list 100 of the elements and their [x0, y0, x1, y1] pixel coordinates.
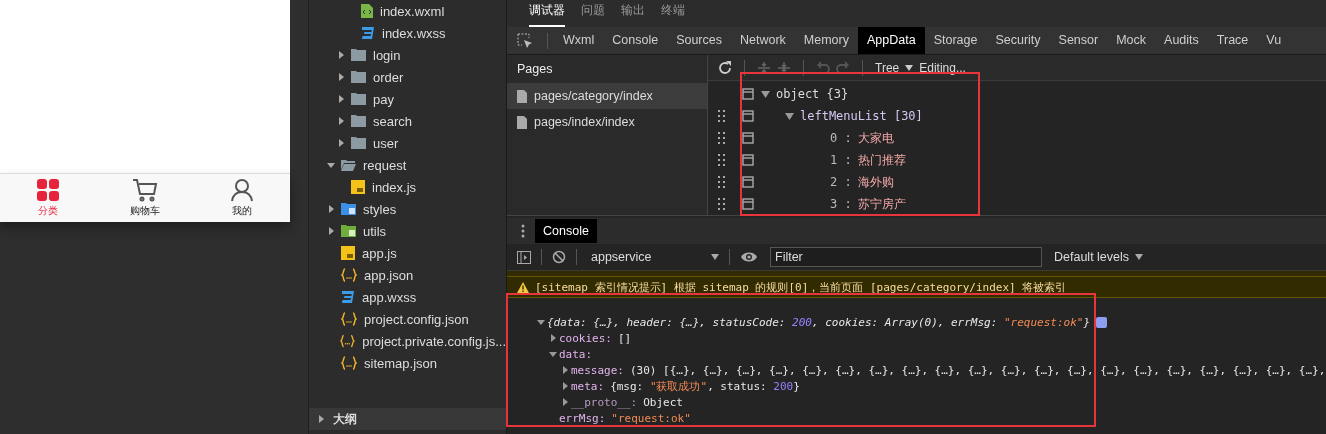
devtools-tab[interactable]: AppData — [858, 27, 925, 54]
file-tree-item[interactable]: styles — [309, 198, 506, 220]
row-toggle-icon[interactable] — [742, 154, 754, 166]
devtools-tab[interactable]: Wxml — [554, 27, 604, 54]
folder-icon — [351, 137, 366, 149]
devtools-tab[interactable]: Network — [731, 27, 795, 54]
log-entry: message: (30) [{…}, {…}, {…}, {…}, {…}, {…}, {…}, {…}, {…}, {…}, {…}, {…}, {…}, {…}, {…}, {…}, {…}, {…}, {…}, {…}, — [571, 363, 1326, 377]
row-toggle-icon[interactable] — [742, 110, 754, 122]
log-entry: meta: {msg: "获取成功", status: 200} — [571, 378, 800, 394]
drag-handle-icon[interactable] — [718, 198, 726, 210]
file-tree-item[interactable]: app.js — [309, 242, 506, 264]
file-tree-item[interactable]: user — [309, 132, 506, 154]
file-tree-item[interactable]: project.config.json — [309, 308, 506, 330]
outline-header[interactable]: 大纲 — [309, 408, 506, 430]
info-icon[interactable] — [1096, 316, 1108, 328]
file-icon — [361, 4, 373, 18]
tab-bar-item[interactable]: 分类 — [0, 174, 97, 222]
file-tree-item[interactable]: utils — [309, 220, 506, 242]
console-tab[interactable]: Console — [535, 219, 597, 243]
panel-tab[interactable]: 终端 — [661, 2, 685, 27]
row-toggle-icon[interactable] — [742, 88, 754, 100]
caret-icon — [711, 254, 719, 260]
json-file-icon — [341, 268, 357, 282]
redo-icon[interactable] — [836, 60, 850, 75]
tree-entry: 3 : 苏宁房产 — [829, 195, 906, 213]
page-list-item[interactable]: pages/category/index — [507, 83, 707, 109]
tree-node-label: leftMenuList [30] — [800, 109, 923, 123]
inspect-icon[interactable] — [517, 32, 533, 49]
file-tree-item[interactable]: sitemap.json — [309, 352, 506, 374]
person-icon — [229, 178, 254, 202]
row-toggle-icon[interactable] — [742, 132, 754, 144]
devtools-tab[interactable]: Mock — [1107, 27, 1156, 54]
devtools-tab[interactable]: Sensor — [1049, 27, 1108, 54]
disclosure-icon[interactable] — [561, 398, 569, 406]
devtools-tab[interactable]: Security — [986, 27, 1050, 54]
tree-entry: 0 : 大家电 — [829, 129, 894, 147]
disclosure-icon[interactable] — [537, 318, 545, 326]
file-tree-item[interactable]: app.wxss — [309, 286, 506, 308]
devtools-tab[interactable]: Console — [603, 27, 668, 54]
more-icon[interactable] — [521, 224, 525, 238]
disclosure-icon[interactable] — [561, 366, 569, 374]
file-tree-item[interactable]: request — [309, 154, 506, 176]
expand-all-icon[interactable] — [777, 60, 791, 75]
filter-field[interactable]: Filter — [770, 247, 1042, 267]
devtools-tab[interactable]: Sources — [667, 27, 731, 54]
refresh-icon[interactable] — [718, 60, 732, 75]
mode-label[interactable]: Editing... — [919, 60, 966, 75]
panel-tab[interactable]: 输出 — [621, 2, 645, 27]
json-file-icon — [341, 312, 357, 326]
log-entry: __proto__: Object — [571, 395, 683, 409]
devtools-tab[interactable]: Memory — [794, 27, 858, 54]
levels-dropdown[interactable]: Default levels — [1054, 250, 1144, 264]
drag-handle-icon[interactable] — [718, 110, 726, 122]
drag-handle-icon[interactable] — [718, 176, 726, 188]
file-tree-item[interactable]: index.wxml — [309, 0, 506, 22]
row-toggle-icon[interactable] — [742, 176, 754, 188]
outline-title: 大纲 — [333, 410, 357, 428]
row-toggle-icon[interactable] — [742, 198, 754, 210]
file-tree-item[interactable]: project.private.config.js... — [309, 330, 506, 352]
drag-handle-icon[interactable] — [718, 132, 726, 144]
devtools-tab[interactable]: Audits — [1155, 27, 1208, 54]
disclosure-icon[interactable] — [785, 112, 794, 120]
file-tree-item[interactable]: order — [309, 66, 506, 88]
file-tree-item[interactable]: index.wxss — [309, 22, 506, 44]
disclosure-icon[interactable] — [761, 90, 770, 98]
log-entry: cookies: [] — [559, 331, 632, 345]
file-tree-item[interactable]: app.json — [309, 264, 506, 286]
file-tree-item[interactable]: index.js — [309, 176, 506, 198]
json-file-icon — [340, 334, 356, 348]
clear-icon[interactable] — [552, 250, 566, 264]
undo-icon[interactable] — [816, 60, 830, 75]
sidebar-toggle-icon[interactable] — [517, 250, 531, 264]
file-tree-item[interactable]: login — [309, 44, 506, 66]
file-tree-item[interactable]: search — [309, 110, 506, 132]
devtools-tab[interactable]: Trace — [1207, 27, 1258, 54]
page-list-item[interactable]: pages/index/index — [507, 109, 707, 135]
view-dropdown[interactable]: Tree — [875, 60, 900, 75]
devtools-tab[interactable]: Vu — [1257, 27, 1291, 54]
disclosure-icon[interactable] — [549, 334, 557, 342]
warning-icon — [517, 281, 529, 293]
folder-icon — [341, 225, 356, 237]
eye-icon[interactable] — [740, 251, 758, 263]
caret-icon[interactable] — [905, 64, 914, 71]
drag-handle-icon[interactable] — [718, 154, 726, 166]
panel-tab[interactable]: 问题 — [581, 2, 605, 27]
context-dropdown[interactable]: appservice — [587, 250, 719, 264]
js-file-icon — [351, 180, 365, 194]
folder-icon — [341, 203, 356, 215]
file-tree-item[interactable]: pay — [309, 88, 506, 110]
file-icon — [517, 115, 527, 129]
log-entry: errMsg: "request:ok" — [559, 411, 691, 425]
tree-entry: 2 : 海外购 — [829, 173, 894, 191]
log-entry: data: — [559, 347, 594, 361]
folder-icon — [341, 159, 356, 171]
collapse-all-icon[interactable] — [757, 60, 771, 75]
disclosure-icon[interactable] — [561, 382, 569, 390]
devtools-tab[interactable]: Storage — [924, 27, 987, 54]
tab-bar-item[interactable]: 购物车 — [96, 174, 194, 222]
tab-bar-item[interactable]: 我的 — [193, 174, 290, 222]
disclosure-icon[interactable] — [549, 350, 557, 358]
